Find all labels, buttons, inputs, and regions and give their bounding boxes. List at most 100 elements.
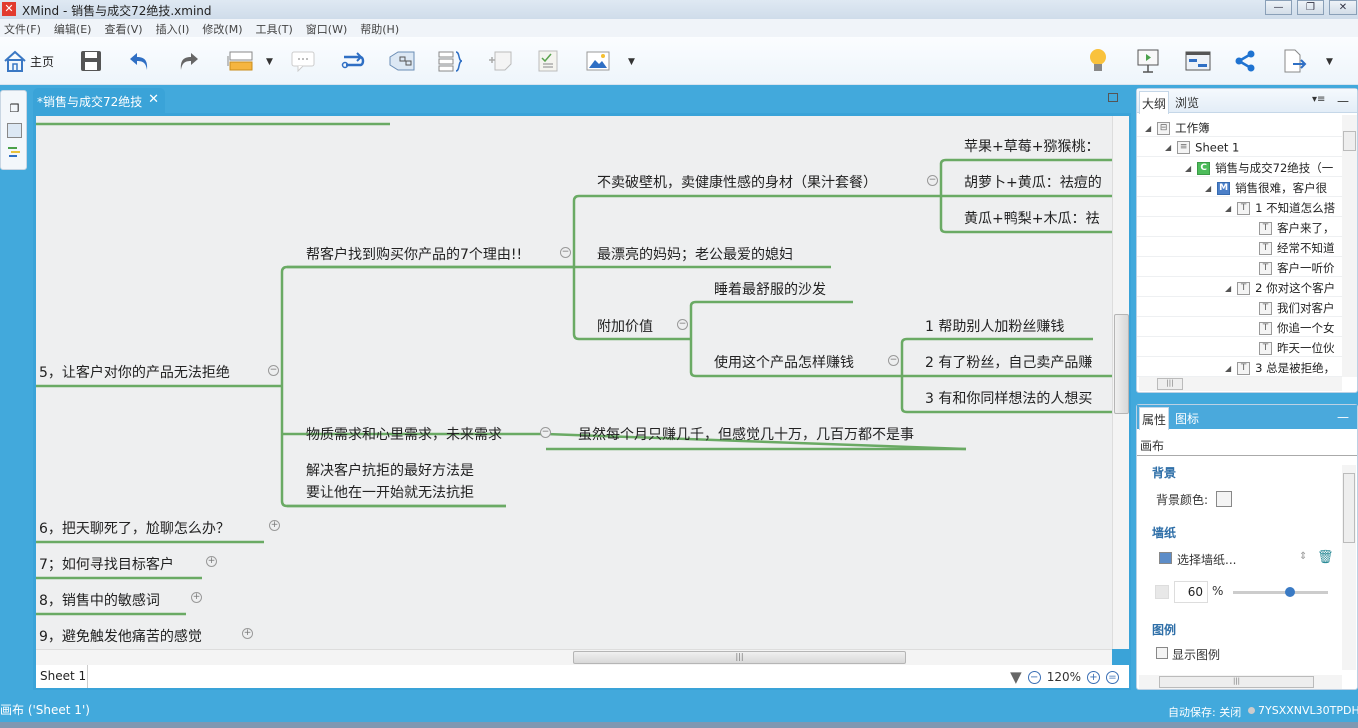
- image-dropdown-caret[interactable]: ▼: [628, 57, 635, 67]
- minimize-properties-icon[interactable]: —: [1337, 410, 1349, 424]
- background-color-swatch[interactable]: [1216, 491, 1232, 507]
- zoom-fit-button[interactable]: =: [1106, 670, 1119, 684]
- horizontal-scroll-thumb[interactable]: |||: [573, 651, 906, 664]
- save-button[interactable]: [80, 47, 102, 75]
- menu-insert[interactable]: 插入(I): [152, 19, 199, 37]
- expand-triangle-icon[interactable]: ◢: [1185, 164, 1191, 173]
- boundary-button[interactable]: [388, 47, 416, 75]
- user-id[interactable]: 7YSXXNVL30TPDHN: [1258, 704, 1358, 717]
- topic-juice-package[interactable]: 不卖破壁机，卖健康性感的身材（果汁套餐）: [597, 172, 877, 192]
- outline-row[interactable]: T 你追一个女: [1137, 317, 1342, 337]
- close-tab-icon[interactable]: ✕: [148, 92, 159, 107]
- expand-triangle-icon[interactable]: ◢: [1145, 124, 1151, 133]
- tab-outline[interactable]: 大纲: [1139, 91, 1170, 114]
- expand-toggle[interactable]: +: [206, 556, 217, 567]
- opacity-slider-track[interactable]: [1233, 587, 1328, 597]
- tab-properties[interactable]: 属性: [1139, 407, 1170, 430]
- tab-icons[interactable]: 图标: [1175, 410, 1199, 427]
- expand-toggle[interactable]: +: [242, 628, 253, 639]
- canvas-horizontal-scrollbar[interactable]: |||: [36, 649, 1112, 665]
- zoom-in-button[interactable]: +: [1087, 670, 1100, 684]
- outline-row[interactable]: T 昨天一位伙: [1137, 337, 1342, 357]
- outline-row[interactable]: ◢ T 1 不知道怎么搭: [1137, 197, 1342, 217]
- topic-comfy-sofa[interactable]: 睡着最舒服的沙发: [714, 279, 826, 299]
- canvas-vertical-scrollbar[interactable]: [1112, 116, 1129, 649]
- collapse-toggle[interactable]: −: [677, 319, 688, 330]
- topic-money-1[interactable]: 1 帮助别人加粉丝赚钱: [925, 316, 1064, 336]
- menu-edit[interactable]: 编辑(E): [50, 19, 101, 37]
- undo-button[interactable]: [128, 47, 152, 75]
- task-button[interactable]: [537, 47, 559, 75]
- topic-dropdown-caret[interactable]: ▼: [266, 57, 273, 67]
- topic-juice-2[interactable]: 胡萝卜+黄瓜：祛痘的: [964, 172, 1102, 192]
- image-button[interactable]: [586, 47, 610, 75]
- redo-button[interactable]: [176, 47, 200, 75]
- topic-button[interactable]: [226, 47, 254, 75]
- menu-file[interactable]: 文件(F): [0, 19, 50, 37]
- outline-view-icon[interactable]: [7, 145, 22, 160]
- trash-icon[interactable]: 🗑: [1317, 550, 1334, 565]
- autosave-status[interactable]: 自动保存: 关闭: [1168, 704, 1241, 720]
- outline-row[interactable]: ◢ C 销售与成交72绝技（一: [1137, 157, 1342, 177]
- gantt-button[interactable]: [1185, 47, 1211, 75]
- branch-needs[interactable]: 物质需求和心里需求，未来需求: [306, 424, 502, 444]
- export-button[interactable]: [1282, 47, 1308, 75]
- restore-view-icon[interactable]: ❐: [7, 101, 22, 116]
- topic-make-money[interactable]: 使用这个产品怎样赚钱: [714, 352, 854, 372]
- outline-vertical-scrollbar[interactable]: [1342, 115, 1357, 377]
- topic-6[interactable]: 6，把天聊死了，尬聊怎么办？: [39, 518, 230, 538]
- sheet-tab[interactable]: Sheet 1: [36, 665, 88, 688]
- collapse-toggle[interactable]: −: [268, 365, 279, 376]
- opacity-slider-thumb[interactable]: [1285, 587, 1295, 597]
- note-button[interactable]: [487, 47, 513, 75]
- opacity-input[interactable]: 60: [1174, 581, 1208, 603]
- expand-triangle-icon[interactable]: ◢: [1225, 364, 1231, 373]
- idea-button[interactable]: [1088, 47, 1108, 75]
- branch-resistance-line2[interactable]: 要让他在一开始就无法抗拒: [306, 482, 474, 502]
- topic-added-value[interactable]: 附加价值: [597, 316, 653, 336]
- topic-9[interactable]: 9，避免触发他痛苦的感觉: [39, 626, 202, 646]
- summary-button[interactable]: [437, 47, 465, 75]
- picture-view-icon[interactable]: [7, 123, 22, 138]
- collapse-toggle[interactable]: −: [560, 247, 571, 258]
- topic-7[interactable]: 7；如何寻找目标客户: [39, 554, 174, 574]
- expand-toggle[interactable]: +: [269, 520, 280, 531]
- expand-triangle-icon[interactable]: ◢: [1205, 184, 1211, 193]
- expand-triangle-icon[interactable]: ◢: [1225, 204, 1231, 213]
- expand-triangle-icon[interactable]: ◢: [1165, 143, 1171, 152]
- properties-horizontal-scrollbar[interactable]: |||: [1139, 675, 1342, 689]
- outline-row[interactable]: T 客户来了，: [1137, 217, 1342, 237]
- outline-row[interactable]: T 客户一听价: [1137, 257, 1342, 277]
- topic-money-3[interactable]: 3 有和你同样想法的人想买: [925, 388, 1092, 408]
- branch-resistance-line1[interactable]: 解决客户抗拒的最好方法是: [306, 460, 474, 480]
- outline-row[interactable]: ◢ T 3 总是被拒绝，: [1137, 357, 1342, 377]
- outline-horizontal-scrollbar[interactable]: |||: [1139, 377, 1342, 391]
- home-button[interactable]: 主页: [3, 47, 54, 75]
- outline-row[interactable]: T 我们对客户: [1137, 297, 1342, 317]
- topic-juice-3[interactable]: 黄瓜+鸭梨+木瓜：祛: [964, 208, 1099, 228]
- collapse-toggle[interactable]: −: [927, 175, 938, 186]
- topic-8[interactable]: 8，销售中的敏感词: [39, 590, 160, 610]
- topic-feeling-rich[interactable]: 虽然每个月只赚几千，但感觉几十万，几百万都不是事: [578, 424, 914, 444]
- menu-modify[interactable]: 修改(M): [198, 19, 251, 37]
- relationship-button[interactable]: [340, 47, 366, 75]
- menu-tools[interactable]: 工具(T): [251, 19, 301, 37]
- minimize-button[interactable]: —: [1265, 0, 1292, 15]
- main-topic[interactable]: 5，让客户对你的产品无法拒绝: [39, 362, 230, 382]
- branch-reasons[interactable]: 帮客户找到购买你产品的7个理由!!: [306, 244, 522, 264]
- presentation-button[interactable]: [1136, 47, 1160, 75]
- vertical-scroll-thumb[interactable]: [1114, 314, 1129, 414]
- menu-view[interactable]: 查看(V): [100, 19, 151, 37]
- menu-help[interactable]: 帮助(H): [356, 19, 408, 37]
- close-window-button[interactable]: ✕: [1329, 0, 1357, 15]
- callout-button[interactable]: [290, 47, 316, 75]
- export-dropdown-caret[interactable]: ▼: [1326, 57, 1333, 67]
- properties-vertical-scrollbar[interactable]: [1342, 465, 1356, 670]
- menu-window[interactable]: 窗口(W): [302, 19, 356, 37]
- properties-hscroll-thumb[interactable]: |||: [1159, 676, 1314, 688]
- show-legend-checkbox[interactable]: [1156, 647, 1168, 659]
- topic-juice-1[interactable]: 苹果+草莓+猕猴桃：: [964, 136, 1099, 156]
- outline-row[interactable]: ◢ ≡ Sheet 1: [1137, 137, 1342, 157]
- expand-triangle-icon[interactable]: ◢: [1225, 284, 1231, 293]
- editor-tab[interactable]: *销售与成交72绝技 ✕: [33, 88, 165, 114]
